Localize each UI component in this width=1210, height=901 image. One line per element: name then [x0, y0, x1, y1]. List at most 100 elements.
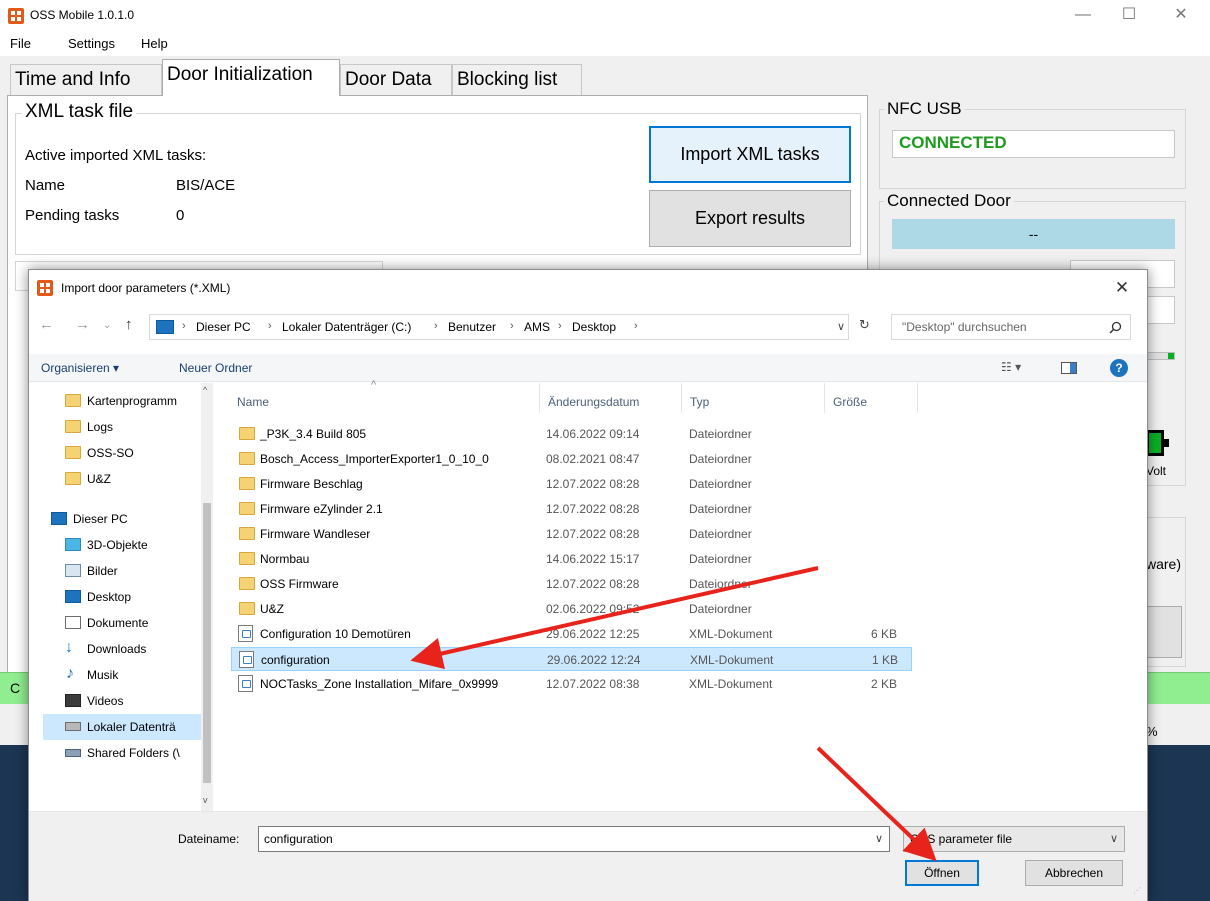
nav-item-bilder[interactable]: Bilder — [57, 558, 212, 584]
nav-item-dokumente[interactable]: Dokumente — [57, 610, 212, 636]
file-row[interactable]: Firmware Beschlag 12.07.2022 08:28 Datei… — [231, 472, 912, 496]
folder-icon — [239, 577, 255, 590]
up-arrow-icon[interactable]: ↑ — [125, 316, 133, 333]
nfc-group-title: NFC USB — [884, 99, 965, 119]
close-icon[interactable]: ✕ — [1158, 0, 1204, 30]
door-group-title: Connected Door — [884, 191, 1014, 211]
file-type-select[interactable]: OSS parameter file ∨ — [903, 826, 1125, 852]
help-icon[interactable]: ? — [1110, 359, 1128, 377]
file-row-selected[interactable]: configuration 29.06.2022 12:24 XML-Dokum… — [231, 647, 912, 671]
file-row[interactable]: OSS Firmware 12.07.2022 08:28 Dateiordne… — [231, 572, 912, 596]
menu-settings[interactable]: Settings — [68, 36, 115, 51]
scrollbar-thumb[interactable] — [203, 503, 211, 783]
organize-label: Organisieren — [41, 361, 110, 375]
column-header-type[interactable]: Typ — [690, 395, 709, 409]
xml-file-icon — [238, 625, 253, 642]
crumb-benutzer[interactable]: Benutzer — [448, 320, 496, 334]
tab-time-and-info[interactable]: Time and Info — [10, 64, 162, 95]
file-row[interactable]: _P3K_3.4 Build 805 14.06.2022 09:14 Date… — [231, 422, 912, 446]
folder-icon — [239, 477, 255, 490]
crumb-ams[interactable]: AMS — [524, 320, 550, 334]
file-row[interactable]: U&Z 02.06.2022 09:52 Dateiordner — [231, 597, 912, 621]
crumb-desktop[interactable]: Desktop — [572, 320, 616, 334]
dialog-bottom-bar: Dateiname: configuration ∨ OSS parameter… — [29, 811, 1147, 901]
app-logo-icon — [8, 8, 24, 24]
nav-item-dieser-pc[interactable]: Dieser PC — [43, 506, 212, 532]
scroll-down-icon[interactable]: v — [203, 795, 208, 805]
active-tasks-label: Active imported XML tasks: — [25, 147, 207, 164]
folder-icon — [65, 394, 81, 407]
computer-icon — [156, 320, 174, 334]
tab-door-initialization[interactable]: Door Initialization — [162, 59, 340, 96]
file-row[interactable]: Firmware eZylinder 2.1 12.07.2022 08:28 … — [231, 497, 912, 521]
search-icon — [1109, 321, 1122, 334]
file-row[interactable]: Bosch_Access_ImporterExporter1_0_10_0 08… — [231, 447, 912, 471]
folder-icon — [65, 420, 81, 433]
file-row[interactable]: Normbau 14.06.2022 15:17 Dateiordner — [231, 547, 912, 571]
import-xml-tasks-button[interactable]: Import XML tasks — [649, 126, 851, 183]
export-results-button[interactable]: Export results — [649, 190, 851, 247]
file-type-value: OSS parameter file — [910, 832, 1013, 846]
status-partial-text: C — [10, 680, 21, 696]
nav-item-logs[interactable]: Logs — [57, 414, 212, 440]
command-bar: Organisieren ▾ Neuer Ordner ☷ ▾ ? — [29, 354, 1147, 382]
nav-item-downloads[interactable]: ↓ Downloads — [57, 636, 212, 662]
nav-item-lokaler-datentraeger[interactable]: Lokaler Datenträ — [43, 714, 203, 740]
minimize-icon[interactable]: — — [1060, 0, 1106, 30]
chevron-down-icon[interactable]: ∨ — [875, 832, 883, 845]
menu-help[interactable]: Help — [141, 36, 168, 51]
name-value: BIS/ACE — [176, 177, 236, 194]
tab-blocking-list[interactable]: Blocking list — [452, 64, 582, 95]
cancel-button[interactable]: Abbrechen — [1025, 860, 1123, 886]
address-dropdown-icon[interactable]: ∨ — [837, 320, 845, 333]
nav-item-videos[interactable]: Videos — [57, 688, 212, 714]
breadcrumb[interactable]: › Dieser PC › Lokaler Datenträger (C:) ›… — [149, 314, 849, 340]
scroll-up-icon[interactable]: ^ — [203, 385, 207, 395]
nfc-status: CONNECTED — [892, 130, 1175, 158]
file-row[interactable]: Configuration 10 Demotüren 29.06.2022 12… — [231, 622, 912, 646]
import-dialog: Import door parameters (*.XML) ✕ ← → ⌄ ↑… — [28, 269, 1148, 901]
nfc-usb-group: NFC USB CONNECTED — [879, 99, 1186, 189]
folder-icon — [239, 527, 255, 540]
crumb-dieser-pc[interactable]: Dieser PC — [196, 320, 251, 334]
search-input[interactable]: "Desktop" durchsuchen — [891, 314, 1131, 340]
maximize-icon[interactable]: ☐ — [1106, 0, 1152, 30]
new-folder-button[interactable]: Neuer Ordner — [179, 361, 252, 375]
close-icon[interactable]: ✕ — [1107, 274, 1137, 302]
back-arrow-icon[interactable]: ← — [39, 316, 54, 333]
menubar: File Settings Help — [0, 32, 1210, 56]
forward-arrow-icon[interactable]: → — [75, 316, 90, 333]
file-row[interactable]: NOCTasks_Zone Installation_Mifare_0x9999… — [231, 672, 912, 696]
sort-ascending-icon: ^ — [371, 379, 377, 391]
address-row: ← → ⌄ ↑ › Dieser PC › Lokaler Datenträge… — [29, 310, 1147, 344]
nav-item-3d-objekte[interactable]: 3D-Objekte — [57, 532, 212, 558]
organize-button[interactable]: Organisieren ▾ — [41, 361, 119, 375]
pending-tasks-label: Pending tasks — [25, 207, 120, 224]
nav-item-kartenprogramm[interactable]: Kartenprogramm — [57, 388, 212, 414]
nav-item-desktop[interactable]: Desktop — [57, 584, 212, 610]
filename-input[interactable]: configuration ∨ — [258, 826, 890, 852]
resize-grip-icon[interactable]: ⋰ — [1133, 886, 1141, 895]
file-row[interactable]: Firmware Wandleser 12.07.2022 08:28 Date… — [231, 522, 912, 546]
column-header-size[interactable]: Größe — [833, 395, 867, 409]
dialog-title: Import door parameters (*.XML) — [61, 281, 231, 295]
navigation-scrollbar[interactable]: ^ v — [201, 383, 213, 811]
computer-icon — [51, 512, 67, 525]
view-options-icon[interactable]: ☷ ▾ — [1001, 360, 1021, 374]
music-icon: ♪ — [66, 665, 74, 682]
folder-icon — [239, 552, 255, 565]
nav-item-shared-folders[interactable]: Shared Folders (\ — [57, 740, 212, 766]
open-button[interactable]: Öffnen — [905, 860, 979, 886]
menu-file[interactable]: File — [10, 36, 31, 51]
nav-item-u-and-z[interactable]: U&Z — [57, 466, 212, 492]
crumb-lokaler-datentraeger[interactable]: Lokaler Datenträger (C:) — [282, 320, 411, 334]
nav-item-musik[interactable]: ♪ Musik — [57, 662, 212, 688]
nav-item-oss-so[interactable]: OSS-SO — [57, 440, 212, 466]
preview-pane-icon[interactable] — [1061, 362, 1077, 374]
column-header-name[interactable]: Name — [237, 395, 269, 409]
3d-objects-icon — [65, 538, 81, 551]
refresh-icon[interactable]: ↻ — [859, 317, 870, 333]
column-header-date[interactable]: Änderungsdatum — [548, 395, 639, 409]
tab-door-data[interactable]: Door Data — [340, 64, 452, 95]
recent-chevron-icon[interactable]: ⌄ — [103, 320, 111, 331]
